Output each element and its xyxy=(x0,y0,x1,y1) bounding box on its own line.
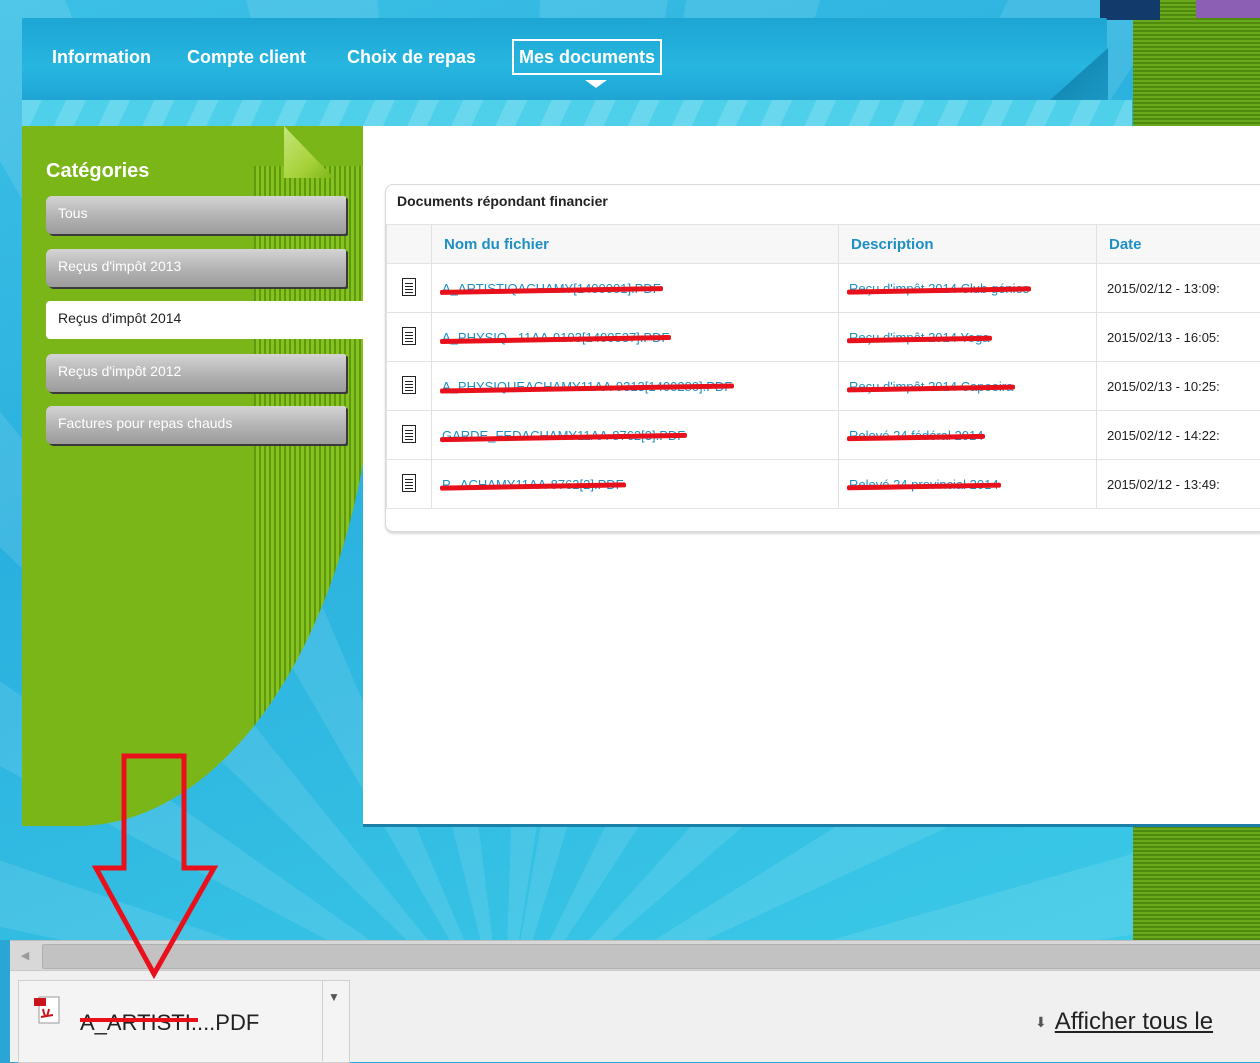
sidebar-item-factures-repas[interactable]: Factures pour repas chauds xyxy=(46,406,346,444)
sidebar-item-recus-2012[interactable]: Reçus d'impôt 2012 xyxy=(46,354,346,392)
document-icon xyxy=(402,376,416,394)
description-link[interactable]: Relevé 24 provincial 2014 xyxy=(849,477,999,492)
download-file-name[interactable]: A_ARTISTI....PDF xyxy=(80,1010,259,1036)
download-item-divider xyxy=(322,980,323,1061)
chevron-down-icon[interactable]: ▼ xyxy=(328,990,340,1004)
sidebar-item-recus-2013[interactable]: Reçus d'impôt 2013 xyxy=(46,249,346,287)
redaction-mark xyxy=(80,1018,198,1022)
sidebar-title: Catégories xyxy=(46,160,149,183)
file-link[interactable]: A_ARTISTIQACHAMY[1400001].PDF xyxy=(442,281,661,296)
file-link[interactable]: A_PHYSIQUEACHAMY11AA-9313[1400280].PDF xyxy=(442,379,732,394)
description-link[interactable]: Reçu d'impôt 2014 Yoga xyxy=(849,330,990,345)
description-link[interactable]: Reçu d'impôt 2014 Capoeira xyxy=(849,379,1013,394)
nav-item-information[interactable]: Information xyxy=(52,40,151,74)
column-header-filename[interactable]: Nom du fichier xyxy=(432,225,839,264)
nav-item-choix-de-repas[interactable]: Choix de repas xyxy=(347,40,476,74)
sidebar-item-recus-2014[interactable]: Reçus d'impôt 2014 xyxy=(46,301,366,339)
description-link[interactable]: Reçu d'impôt 2014 Club génies xyxy=(849,281,1029,296)
pdf-file-icon xyxy=(33,995,61,1025)
description-link[interactable]: Relevé 24 fédéral 2014 xyxy=(849,428,983,443)
scrollbar-thumb[interactable] xyxy=(42,944,1260,969)
table-row: GARDE_FEDACHAMY11AA-8762[3].PDF Relevé 2… xyxy=(387,411,1260,460)
file-link[interactable]: GARDE_FEDACHAMY11AA-8762[3].PDF xyxy=(442,428,685,443)
date-cell: 2015/02/12 - 13:49: xyxy=(1097,460,1260,509)
date-cell: 2015/02/12 - 14:22: xyxy=(1097,411,1260,460)
right-decor-purple xyxy=(1196,0,1260,18)
documents-table: Nom du fichier Description Date A_ARTIST… xyxy=(386,224,1260,509)
show-all-downloads-link[interactable]: ⬇Afficher tous le xyxy=(1035,1008,1213,1036)
table-header-row: Nom du fichier Description Date xyxy=(387,225,1260,264)
download-arrow-icon: ⬇ xyxy=(1035,1014,1047,1030)
top-decor-corner xyxy=(1100,0,1160,20)
nav-item-mes-documents[interactable]: Mes documents xyxy=(512,39,662,75)
active-nav-caret-icon xyxy=(585,80,607,88)
icon-column-header xyxy=(387,225,432,264)
table-row: A_PHYSIQ...11AA-9193[1400537].PDF Reçu d… xyxy=(387,313,1260,362)
date-cell: 2015/02/13 - 10:25: xyxy=(1097,362,1260,411)
date-cell: 2015/02/13 - 16:05: xyxy=(1097,313,1260,362)
document-icon xyxy=(402,278,416,296)
column-header-description[interactable]: Description xyxy=(839,225,1097,264)
file-link[interactable]: A_PHYSIQ...11AA-9193[1400537].PDF xyxy=(442,330,669,345)
documents-title: Documents répondant financier xyxy=(397,193,608,209)
document-icon xyxy=(402,425,416,443)
date-cell: 2015/02/12 - 13:09: xyxy=(1097,264,1260,313)
table-row: P...ACHAMY11AA-8762[2].PDF Relevé 24 pro… xyxy=(387,460,1260,509)
table-row: A_ARTISTIQACHAMY[1400001].PDF Reçu d'imp… xyxy=(387,264,1260,313)
scroll-left-icon[interactable]: ◀ xyxy=(14,945,36,967)
document-icon xyxy=(402,327,416,345)
sidebar-item-tous[interactable]: Tous xyxy=(46,196,346,234)
document-icon xyxy=(402,474,416,492)
table-row: A_PHYSIQUEACHAMY11AA-9313[1400280].PDF R… xyxy=(387,362,1260,411)
file-link[interactable]: P...ACHAMY11AA-8762[2].PDF xyxy=(442,477,624,492)
column-header-date[interactable]: Date xyxy=(1097,225,1260,264)
nav-item-compte-client[interactable]: Compte client xyxy=(187,40,306,74)
